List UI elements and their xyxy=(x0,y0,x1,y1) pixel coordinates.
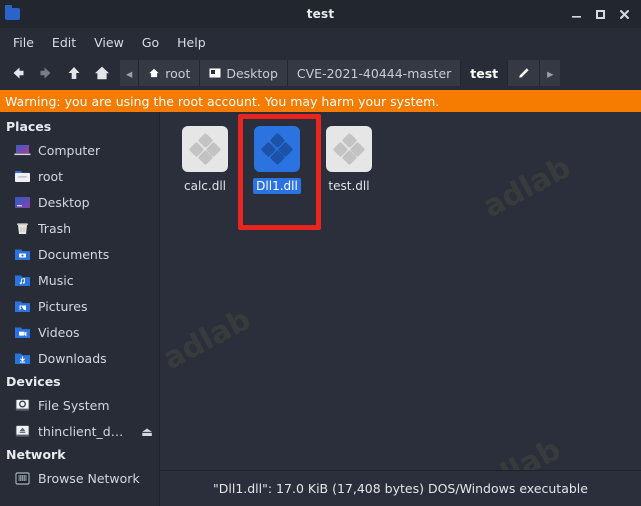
breadcrumb-label: Desktop xyxy=(226,65,278,81)
file-item-calc[interactable]: calc.dll xyxy=(174,126,236,194)
sidebar-item-pictures[interactable]: Pictures xyxy=(0,293,159,319)
videos-folder-icon xyxy=(14,325,31,340)
home-folder-icon xyxy=(14,169,31,184)
breadcrumb-label: test xyxy=(470,65,499,81)
breadcrumb-scroll-left[interactable]: ◂ xyxy=(120,60,140,86)
menu-item-go[interactable]: Go xyxy=(133,32,168,53)
edit-path-button[interactable] xyxy=(508,60,541,86)
breadcrumb-label: root xyxy=(165,65,191,81)
sidebar-item-label: Computer xyxy=(38,142,101,158)
arrow-right-icon[interactable] xyxy=(32,59,60,87)
file-item-test[interactable]: test.dll xyxy=(318,126,380,194)
file-label: test.dll xyxy=(328,179,370,193)
file-label: Dll1.dll xyxy=(253,178,301,194)
sidebar-item-label: Documents xyxy=(38,246,110,262)
sidebar-group-network: Network xyxy=(6,447,66,462)
sidebar-item-label: Music xyxy=(38,272,74,288)
pencil-icon xyxy=(517,67,530,80)
arrow-up-icon[interactable] xyxy=(60,59,88,87)
root-account-warning: Warning: you are using the root account.… xyxy=(0,90,641,112)
sidebar-group-places: Places xyxy=(6,119,52,134)
window-title: test xyxy=(306,7,335,21)
sidebar-item-trash[interactable]: Trash xyxy=(0,215,159,241)
menu-bar: File Edit View Go Help xyxy=(0,28,641,56)
menu-item-edit[interactable]: Edit xyxy=(43,32,85,53)
status-text: "Dll1.dll": 17.0 KiB (17,408 bytes) DOS/… xyxy=(213,481,588,496)
file-list-view[interactable]: calc.dll Dll1.dll test.dll "Dll1.dll": 1… xyxy=(160,112,641,506)
sidebar-item-computer[interactable]: Computer xyxy=(0,137,159,163)
drive-icon xyxy=(14,424,31,439)
harddisk-icon xyxy=(14,398,31,413)
computer-icon xyxy=(14,143,31,158)
icon-grid: calc.dll Dll1.dll test.dll xyxy=(160,112,641,194)
breadcrumb-label: CVE-2021-40444-master xyxy=(296,65,452,81)
sidebar-item-label: Desktop xyxy=(38,194,90,210)
sidebar-item-documents[interactable]: Documents xyxy=(0,241,159,267)
minimize-icon[interactable] xyxy=(565,3,587,25)
dll-file-icon xyxy=(326,126,372,172)
eject-icon[interactable]: ⏏ xyxy=(141,424,153,439)
sidebar-item-label: File System xyxy=(38,397,110,413)
maximize-icon[interactable] xyxy=(589,3,611,25)
file-label: calc.dll xyxy=(184,179,226,193)
pictures-folder-icon xyxy=(14,299,31,314)
title-bar: test xyxy=(0,0,641,28)
home-icon xyxy=(148,67,160,79)
sidebar-item-desktop[interactable]: Desktop xyxy=(0,189,159,215)
sidebar-item-label: Videos xyxy=(38,324,80,340)
sidebar-item-browse-network[interactable]: Browse Network xyxy=(0,465,159,491)
menu-item-view[interactable]: View xyxy=(85,32,133,53)
breadcrumb-item-test[interactable]: test xyxy=(461,60,509,86)
trash-icon xyxy=(14,221,31,236)
sidebar-item-label: Pictures xyxy=(38,298,88,314)
navigation-toolbar: ◂ root Desktop CVE-2021-40444-master tes… xyxy=(0,56,641,90)
sidebar-group-devices: Devices xyxy=(6,374,61,389)
sidebar-item-label: thinclient_d… xyxy=(38,423,124,439)
home-icon[interactable] xyxy=(88,59,116,87)
file-item-dll1[interactable]: Dll1.dll xyxy=(246,126,308,194)
sidebar-item-videos[interactable]: Videos xyxy=(0,319,159,345)
close-icon[interactable] xyxy=(613,3,635,25)
breadcrumb-item-desktop[interactable]: Desktop xyxy=(200,60,288,86)
downloads-folder-icon xyxy=(14,351,31,366)
arrow-left-icon[interactable] xyxy=(4,59,32,87)
desktop-icon xyxy=(14,195,31,210)
sidebar-item-music[interactable]: Music xyxy=(0,267,159,293)
breadcrumb-item-cve[interactable]: CVE-2021-40444-master xyxy=(287,60,462,86)
window-controls xyxy=(565,3,641,25)
dll-file-icon xyxy=(182,126,228,172)
menu-item-help[interactable]: Help xyxy=(168,32,215,53)
sidebar-item-file-system[interactable]: File System xyxy=(0,392,159,418)
breadcrumb-scroll-right[interactable]: ▸ xyxy=(540,60,561,86)
sidebar-item-label: Trash xyxy=(38,220,72,236)
documents-folder-icon xyxy=(14,247,31,262)
music-folder-icon xyxy=(14,273,31,288)
sidebar-item-label: root xyxy=(38,168,64,184)
network-icon xyxy=(14,471,31,486)
sidebar-item-root[interactable]: root xyxy=(0,163,159,189)
breadcrumb-item-root[interactable]: root xyxy=(139,60,201,86)
sidebar-item-label: Browse Network xyxy=(38,470,140,486)
sidebar-item-thinclient-drive[interactable]: thinclient_d… ⏏ xyxy=(0,418,159,444)
desktop-folder-icon xyxy=(209,67,221,79)
breadcrumb: ◂ root Desktop CVE-2021-40444-master tes… xyxy=(120,60,637,86)
content-area: Places Computer root Desktop Trash Docum… xyxy=(0,112,641,506)
sidebar-item-label: Downloads xyxy=(38,350,107,366)
menu-item-file[interactable]: File xyxy=(4,32,43,53)
dll-file-icon xyxy=(254,126,300,172)
status-bar: "Dll1.dll": 17.0 KiB (17,408 bytes) DOS/… xyxy=(160,470,641,506)
sidebar: Places Computer root Desktop Trash Docum… xyxy=(0,112,160,506)
warning-text: Warning: you are using the root account.… xyxy=(5,93,440,109)
sidebar-item-downloads[interactable]: Downloads xyxy=(0,345,159,371)
file-manager-window: test File Edit View Go Help ◂ root Deskt… xyxy=(0,0,641,506)
